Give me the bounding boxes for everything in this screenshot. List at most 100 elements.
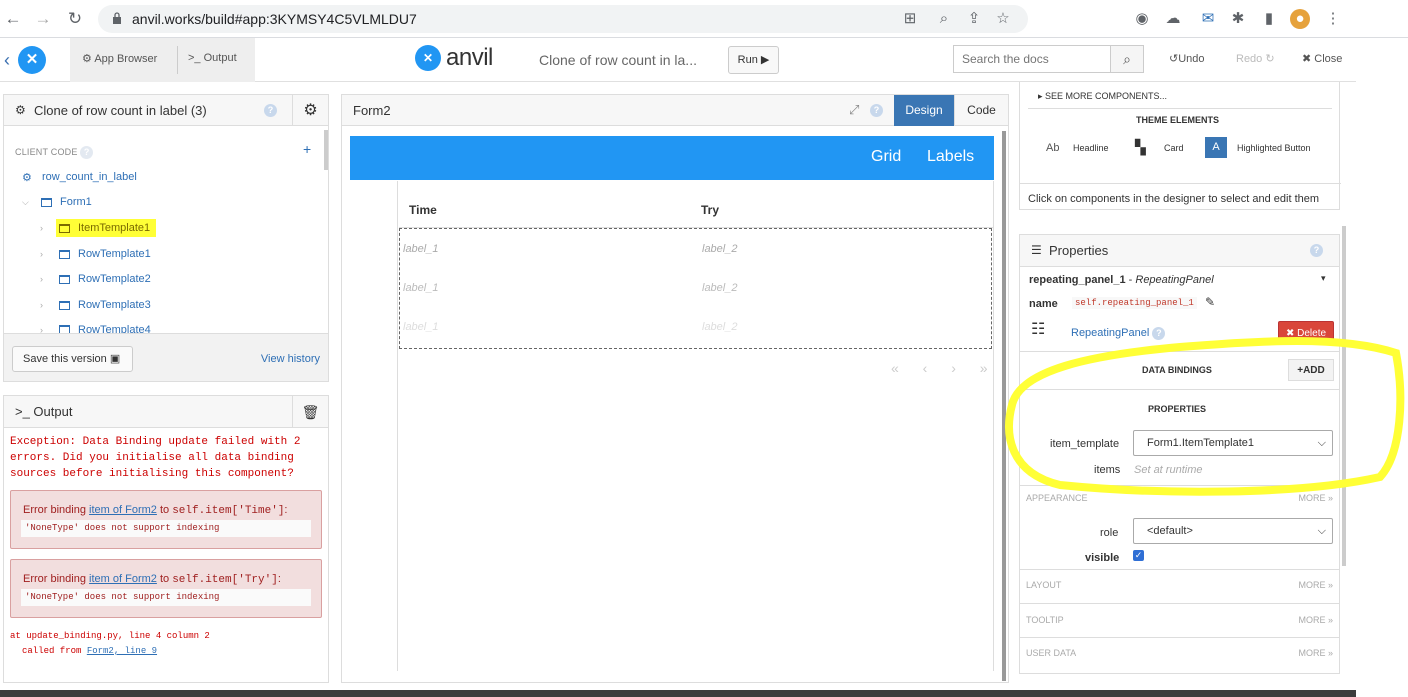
chevron-right-icon[interactable]: ›	[40, 223, 43, 233]
translate-icon[interactable]: ⊞	[900, 9, 920, 29]
reload-icon[interactable]: ↻	[64, 8, 86, 30]
sidebar-icon[interactable]: ▮	[1259, 9, 1279, 29]
app-browser-tab[interactable]: ⚙ App Browser	[82, 52, 157, 65]
search-icon[interactable]: ⌕	[1110, 45, 1144, 73]
traceback-link[interactable]: Form2, line 9	[87, 646, 157, 656]
nav-link-grid[interactable]: Grid	[871, 148, 901, 166]
properties-header: ☰ Properties ?	[1020, 235, 1339, 267]
component-type-link[interactable]: RepeatingPanel ?	[1071, 327, 1166, 340]
save-version-button[interactable]: Save this version ▣	[12, 346, 133, 372]
anvil-toolbar: ‹ ✕ ⚙ App Browser >_ Output ✕ anvil Clon…	[0, 38, 1356, 82]
menu-dots-icon[interactable]: ⋮	[1323, 9, 1343, 29]
name-value[interactable]: self.repeating_panel_1	[1072, 297, 1197, 309]
tree-item-rowtemplate4[interactable]: RowTemplate4	[78, 324, 151, 333]
scrollbar[interactable]	[1342, 226, 1346, 566]
mail-extension-icon[interactable]: ✉	[1198, 9, 1218, 29]
error-source-link[interactable]: item of Form2	[89, 504, 157, 516]
add-binding-button[interactable]: +ADD	[1288, 359, 1334, 381]
pencil-icon[interactable]: ✎	[1205, 295, 1215, 309]
tab-design[interactable]: Design	[894, 95, 954, 126]
user-data-heading[interactable]: USER DATA	[1026, 648, 1076, 658]
delete-button[interactable]: ✖ Delete	[1278, 321, 1334, 345]
forward-arrow-icon[interactable]: →	[32, 8, 54, 30]
redo-button[interactable]: Redo ↻	[1236, 52, 1275, 65]
help-icon[interactable]: ?	[264, 104, 277, 117]
label-1[interactable]: label_1	[403, 243, 438, 255]
items-label: items	[1094, 464, 1121, 476]
bookmark-star-icon[interactable]: ☆	[993, 9, 1013, 29]
extension-icon[interactable]: ◉	[1132, 9, 1152, 29]
profile-avatar-icon[interactable]: ●	[1290, 9, 1310, 29]
brand-name: anvil	[446, 44, 493, 71]
more-link[interactable]: MORE »	[1298, 648, 1333, 658]
component-selector[interactable]: repeating_panel_1 - RepeatingPanel	[1029, 274, 1214, 286]
tree-item-form1[interactable]: Form1	[60, 196, 92, 208]
items-value[interactable]: Set at runtime	[1134, 464, 1202, 476]
tree-item-itemtemplate1[interactable]: ItemTemplate1	[78, 222, 150, 234]
gear-icon[interactable]: ⚙	[292, 95, 328, 126]
appearance-heading[interactable]: APPEARANCE	[1026, 493, 1088, 503]
item-template-select[interactable]: Form1.ItemTemplate1 ⌵	[1133, 430, 1333, 456]
more-link[interactable]: MORE »	[1298, 493, 1333, 503]
tooltip-heading[interactable]: TOOLTIP	[1026, 615, 1064, 625]
layout-heading[interactable]: LAYOUT	[1026, 580, 1061, 590]
chevron-down-icon[interactable]: ⌵	[22, 197, 29, 208]
chevron-right-icon[interactable]: ›	[40, 274, 43, 284]
puzzle-icon[interactable]: ✱	[1228, 9, 1248, 29]
headline-component[interactable]: Headline	[1073, 143, 1109, 153]
error-source-link[interactable]: item of Form2	[89, 573, 157, 585]
undo-button[interactable]: ↺Undo	[1169, 52, 1205, 65]
column-header-try[interactable]: Try	[701, 203, 719, 217]
tree-item-rowtemplate2[interactable]: RowTemplate2	[78, 273, 151, 285]
repeating-panel-icon: ☷	[1031, 321, 1046, 338]
repeating-panel[interactable]: label_1 label_2 label_1 label_2 label_1 …	[399, 228, 992, 349]
help-icon[interactable]: ?	[1310, 244, 1323, 257]
help-icon[interactable]: ?	[80, 146, 94, 159]
chevron-left-icon[interactable]: ‹	[4, 50, 10, 71]
help-icon[interactable]: ?	[870, 104, 883, 117]
card-component[interactable]: Card	[1164, 143, 1184, 153]
zoom-icon[interactable]: ⌕	[934, 9, 954, 29]
app-title[interactable]: Clone of row count in la...	[539, 52, 697, 68]
cloud-icon[interactable]: ☁	[1163, 9, 1183, 29]
pagination-controls[interactable]: « ‹ › »	[891, 360, 998, 376]
tab-code[interactable]: Code	[954, 95, 1008, 126]
form-icon	[59, 224, 70, 233]
lock-icon	[113, 12, 121, 24]
form-navbar[interactable]: Grid Labels	[350, 136, 994, 180]
label-1: label_1	[403, 282, 439, 294]
tree-item-rowtemplate3[interactable]: RowTemplate3	[78, 299, 151, 311]
name-label: name	[1029, 298, 1058, 310]
help-icon[interactable]: ?	[1152, 327, 1166, 340]
tree-item-rowtemplate1[interactable]: RowTemplate1	[78, 248, 151, 260]
scrollbar[interactable]	[324, 130, 328, 170]
more-link[interactable]: MORE »	[1298, 615, 1333, 625]
view-history-link[interactable]: View history	[261, 353, 320, 365]
chevron-right-icon[interactable]: ›	[40, 300, 43, 310]
column-header-time[interactable]: Time	[409, 203, 437, 217]
output-tab[interactable]: >_ Output	[188, 52, 237, 64]
anvil-logo-icon[interactable]: ✕	[18, 46, 46, 74]
see-more-components[interactable]: ▸ SEE MORE COMPONENTS...	[1038, 91, 1167, 102]
form-designer: Form2 ⤢ ? Design Code Grid Labels Time T…	[341, 94, 1009, 683]
role-select[interactable]: <default> ⌵	[1133, 518, 1333, 544]
trash-icon[interactable]: 🗑	[292, 396, 328, 428]
share-icon[interactable]: ⇪	[964, 9, 984, 29]
back-arrow-icon[interactable]: ←	[2, 8, 24, 30]
search-docs-input[interactable]	[953, 45, 1111, 73]
close-button[interactable]: ✖ Close	[1302, 52, 1342, 65]
more-link[interactable]: MORE »	[1298, 580, 1333, 590]
address-bar[interactable]: anvil.works/build#app:3KYMSY4C5VLMLDU7 ☆…	[98, 5, 1028, 33]
label-2[interactable]: label_2	[702, 243, 737, 255]
scrollbar[interactable]	[1002, 131, 1006, 681]
divider	[1020, 183, 1341, 184]
highlighted-button-component[interactable]: Highlighted Button	[1237, 143, 1311, 153]
chevron-down-icon[interactable]: ▾	[1321, 273, 1326, 284]
chevron-right-icon[interactable]: ›	[40, 249, 43, 259]
visible-checkbox[interactable]: ✓	[1133, 550, 1144, 561]
nav-link-labels[interactable]: Labels	[927, 148, 974, 166]
add-icon[interactable]: +	[303, 141, 311, 157]
run-button[interactable]: Run ▶	[728, 46, 779, 74]
tree-item-module[interactable]: row_count_in_label	[42, 171, 137, 183]
expand-icon[interactable]: ⤢	[849, 102, 859, 118]
